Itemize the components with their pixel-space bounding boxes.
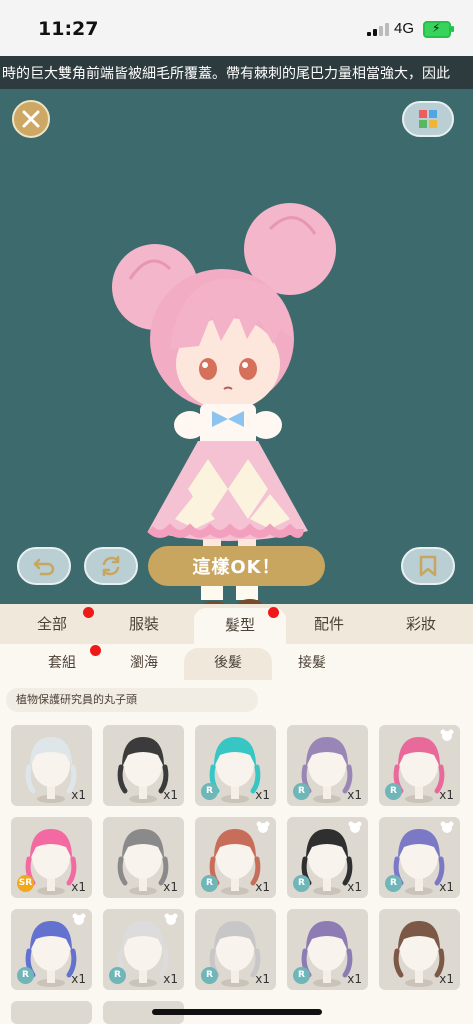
character-stage	[0, 89, 473, 617]
undo-button[interactable]	[17, 547, 71, 585]
bear-icon	[348, 821, 362, 833]
signal-icon	[367, 22, 389, 36]
hair-item-card[interactable]: Rx1	[195, 909, 276, 990]
status-bar: 11:27 4G ⚡	[0, 0, 473, 56]
item-quantity: x1	[163, 788, 178, 802]
subtab-bangs[interactable]: 瀏海	[100, 648, 188, 680]
hair-item-card[interactable]: x1	[11, 725, 92, 806]
item-quantity: x1	[163, 972, 178, 986]
layout-toggle-button[interactable]	[402, 101, 454, 137]
rarity-badge: SR	[17, 875, 34, 892]
bear-icon	[440, 821, 454, 833]
bear-icon	[256, 821, 270, 833]
hair-item-card[interactable]: Rx1	[287, 817, 368, 898]
hair-item-card[interactable]: Rx1	[11, 909, 92, 990]
item-quantity: x1	[439, 880, 454, 894]
subtab-hair-extensions[interactable]: 接髮	[268, 648, 356, 680]
bear-icon	[72, 913, 86, 925]
battery-icon: ⚡	[423, 21, 454, 38]
hair-item-card[interactable]: Rx1	[103, 909, 184, 990]
tab-label: 服裝	[128, 615, 159, 633]
confirm-ok-button[interactable]: 這樣OK！	[148, 546, 325, 586]
network-type: 4G	[394, 20, 415, 37]
bear-icon	[164, 913, 178, 925]
hair-item-card[interactable]: SR x1	[11, 817, 92, 898]
item-quantity: x1	[439, 972, 454, 986]
hair-item-card[interactable]: Rx1	[195, 817, 276, 898]
rarity-badge: R	[293, 875, 310, 892]
rarity-badge: R	[17, 967, 34, 984]
tab-label: 彩妝	[405, 615, 436, 633]
subtab-back-hair[interactable]: 後髮	[184, 648, 272, 680]
close-icon	[22, 110, 40, 128]
description-ticker: 時的巨大雙角前端皆被細毛所覆蓋。帶有棘刺的尾巴力量相當強大，因此	[0, 56, 473, 89]
rarity-badge: R	[385, 783, 402, 800]
tab-label: 配件	[313, 615, 344, 633]
subtab-label: 接髮	[298, 655, 326, 671]
subtab-label: 套組	[48, 655, 76, 671]
bookmark-button[interactable]	[401, 547, 455, 585]
home-indicator[interactable]	[152, 1009, 322, 1015]
tab-makeup[interactable]: 彩妝	[375, 604, 467, 644]
tab-clothing[interactable]: 服裝	[98, 604, 190, 644]
rarity-badge: R	[201, 783, 218, 800]
tab-label: 全部	[36, 615, 67, 633]
hair-item-card[interactable]: x1	[379, 909, 460, 990]
hair-item-card[interactable]: Rx1	[379, 725, 460, 806]
subtab-label: 瀏海	[130, 655, 158, 671]
subtab-label: 後髮	[214, 655, 242, 671]
item-quantity: x1	[71, 788, 86, 802]
item-quantity: x1	[163, 880, 178, 894]
notification-badge	[268, 607, 279, 618]
item-quantity: x1	[255, 880, 270, 894]
ticker-text: 時的巨大雙角前端皆被細毛所覆蓋。帶有棘刺的尾巴力量相當強大，因此	[2, 66, 450, 82]
close-button[interactable]	[12, 100, 50, 138]
subcategory-tabs: 套組 瀏海 後髮 接髮	[0, 644, 473, 680]
item-quantity: x1	[71, 880, 86, 894]
grid-icon	[419, 110, 437, 128]
item-grid: x1 x1 Rx1 Rx1 Rx1 SR x1 x1 Rx1 Rx1 Rx1 Rx1 Rx1 Rx1 Rx1…	[0, 720, 473, 1024]
item-quantity: x1	[347, 972, 362, 986]
refresh-icon	[102, 555, 120, 577]
tab-label: 髮型	[224, 616, 255, 634]
category-tabs: 全部 服裝 髮型 配件 彩妝	[0, 604, 473, 646]
selected-item-name: 植物保護研究員的丸子頭	[6, 688, 258, 712]
hair-item-card[interactable]: Rx1	[287, 725, 368, 806]
hair-item-card[interactable]: Rx1	[195, 725, 276, 806]
hair-item-card[interactable]	[11, 1001, 92, 1024]
item-quantity: x1	[255, 788, 270, 802]
hair-item-card[interactable]: Rx1	[287, 909, 368, 990]
rarity-badge: R	[293, 783, 310, 800]
undo-icon	[33, 558, 55, 576]
item-quantity: x1	[347, 880, 362, 894]
hair-item-card[interactable]: x1	[103, 817, 184, 898]
rarity-badge: R	[201, 967, 218, 984]
reset-button[interactable]	[84, 547, 138, 585]
rarity-badge: R	[109, 967, 126, 984]
item-quantity: x1	[439, 788, 454, 802]
rarity-badge: R	[293, 967, 310, 984]
clock: 11:27	[38, 18, 99, 40]
tab-accessories[interactable]: 配件	[283, 604, 375, 644]
bookmark-icon	[419, 555, 437, 577]
item-quantity: x1	[347, 788, 362, 802]
bear-icon	[440, 729, 454, 741]
item-quantity: x1	[71, 972, 86, 986]
hair-item-card[interactable]: x1	[103, 725, 184, 806]
rarity-badge: R	[201, 875, 218, 892]
hair-item-card[interactable]: Rx1	[379, 817, 460, 898]
rarity-badge: R	[385, 875, 402, 892]
notification-badge	[83, 607, 94, 618]
item-quantity: x1	[255, 972, 270, 986]
